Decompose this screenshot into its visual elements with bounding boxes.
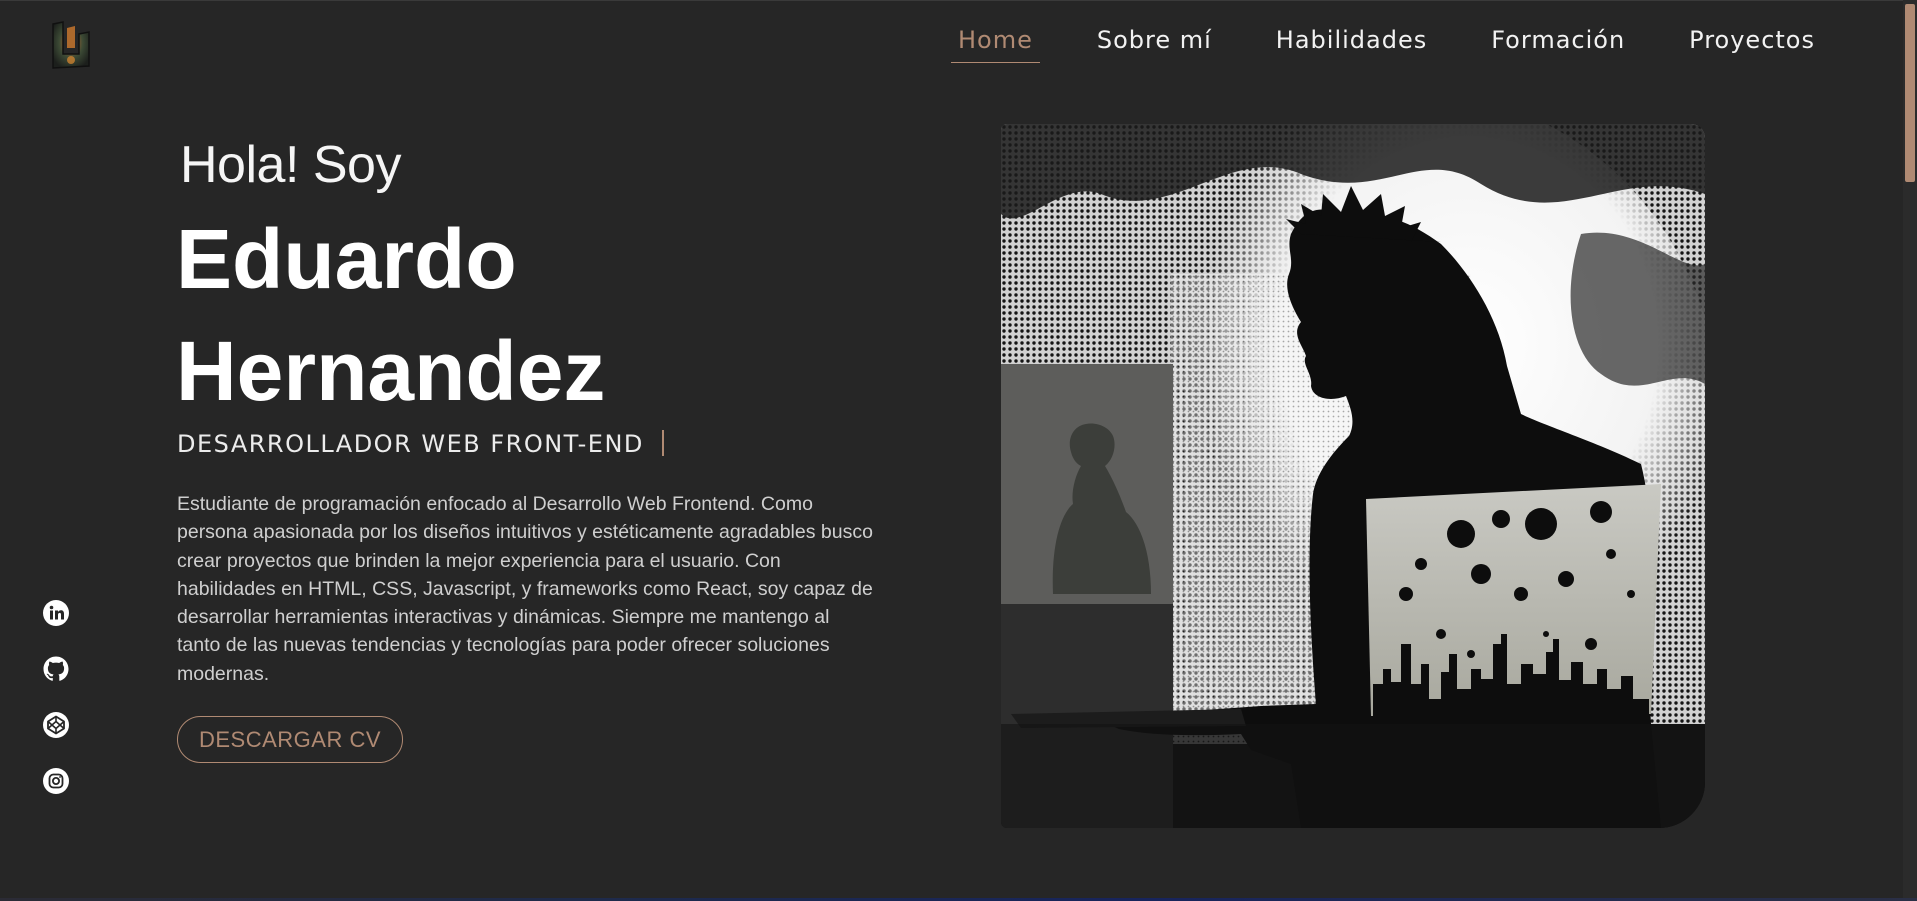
hero-role-text: DESARROLLADOR WEB FRONT-END [177, 430, 644, 458]
github-link[interactable] [42, 654, 70, 684]
scrollbar-track[interactable] [1903, 0, 1917, 898]
scrollbar-thumb[interactable] [1905, 4, 1915, 182]
top-divider [0, 0, 1917, 1]
hero-name-last: Hernandez [176, 324, 606, 418]
instagram-icon [43, 768, 69, 794]
github-icon [43, 656, 69, 681]
linkedin-icon [43, 600, 69, 626]
instagram-link[interactable] [42, 766, 70, 796]
logo-emblem-icon [52, 21, 90, 69]
nav-sobre-mi[interactable]: Sobre mí [1090, 24, 1219, 63]
silhouette-illustration [1001, 124, 1705, 828]
nav-formacion[interactable]: Formación [1484, 24, 1632, 63]
hero-bio: Estudiante de programación enfocado al D… [177, 493, 873, 685]
hero-portrait-image [1001, 124, 1705, 828]
nav-habilidades[interactable]: Habilidades [1269, 24, 1434, 63]
social-links [42, 598, 70, 796]
site-logo[interactable] [49, 20, 93, 70]
nav-proyectos[interactable]: Proyectos [1682, 24, 1822, 63]
linkedin-link[interactable] [42, 598, 70, 628]
hero-name: Eduardo Hernandez [176, 203, 605, 427]
hero-name-first: Eduardo [176, 212, 517, 306]
codepen-link[interactable] [42, 710, 70, 740]
typing-caret [661, 430, 664, 456]
codepen-icon [43, 712, 69, 738]
hero-greeting: Hola! Soy [180, 136, 401, 194]
main-nav: Home Sobre mí Habilidades Formación Proy… [950, 24, 1822, 63]
hero-role: DESARROLLADOR WEB FRONT-END [177, 430, 664, 458]
download-cv-button[interactable]: DESCARGAR CV [177, 716, 403, 763]
nav-home[interactable]: Home [950, 24, 1040, 63]
